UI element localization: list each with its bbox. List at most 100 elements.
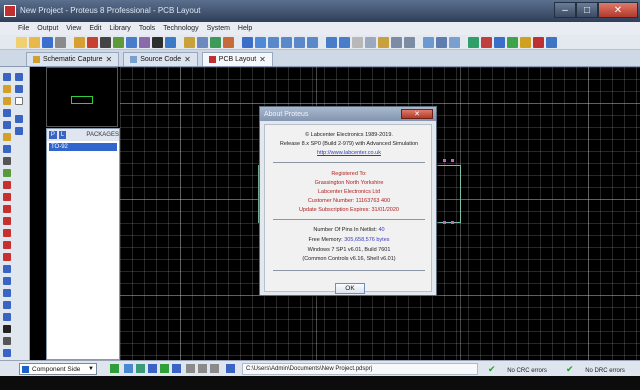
- bom-icon[interactable]: [126, 36, 137, 48]
- menu-tools[interactable]: Tools: [139, 25, 155, 32]
- library-icon[interactable]: [184, 36, 195, 48]
- text-tool-icon[interactable]: [3, 325, 11, 333]
- via-tool-icon[interactable]: [3, 121, 11, 129]
- drc-status[interactable]: ✔ No DRC errors: [566, 363, 625, 375]
- website-link[interactable]: http://www.labcenter.co.uk: [265, 150, 433, 156]
- autorouter-icon[interactable]: [468, 36, 479, 48]
- path-tool-icon[interactable]: [3, 313, 11, 321]
- dil-pad-icon[interactable]: [3, 205, 11, 213]
- new-file-icon[interactable]: [16, 36, 27, 48]
- delete-icon[interactable]: [210, 364, 219, 373]
- edge-pad-icon[interactable]: [3, 217, 11, 225]
- circle-tool-icon[interactable]: [3, 289, 11, 297]
- tab-close-icon[interactable]: ✕: [184, 55, 191, 64]
- maximize-button[interactable]: □: [576, 2, 598, 18]
- rotate-cw-icon[interactable]: [15, 73, 23, 81]
- pan-icon[interactable]: [255, 36, 266, 48]
- tab-schematic-capture[interactable]: Schematic Capture ✕: [26, 52, 120, 66]
- block-move-icon[interactable]: [404, 36, 415, 48]
- menu-file[interactable]: File: [18, 25, 29, 32]
- power-planes-icon[interactable]: [520, 36, 531, 48]
- menu-edit[interactable]: Edit: [89, 25, 101, 32]
- square-pad-icon[interactable]: [3, 193, 11, 201]
- origin-icon[interactable]: [223, 36, 234, 48]
- zoom-area-icon[interactable]: [307, 36, 318, 48]
- open-file-icon[interactable]: [29, 36, 40, 48]
- menu-output[interactable]: Output: [37, 25, 58, 32]
- angle-field-icon[interactable]: [15, 97, 23, 105]
- undo-icon[interactable]: [326, 36, 337, 48]
- paste-icon[interactable]: [378, 36, 389, 48]
- drc-run-icon[interactable]: [160, 364, 169, 373]
- menu-technology[interactable]: Technology: [163, 25, 198, 32]
- copy-icon[interactable]: [365, 36, 376, 48]
- save-icon[interactable]: [42, 36, 53, 48]
- pad-marker[interactable]: [443, 221, 446, 224]
- netlist-icon[interactable]: [507, 36, 518, 48]
- output-icon[interactable]: [546, 36, 557, 48]
- overview-window[interactable]: [46, 67, 118, 127]
- 3d-view-icon[interactable]: [494, 36, 505, 48]
- menu-system[interactable]: System: [207, 25, 230, 32]
- tab-pcb-layout[interactable]: PCB Layout ✕: [201, 52, 273, 66]
- padstack-icon[interactable]: [3, 253, 11, 261]
- refresh-icon[interactable]: [242, 36, 253, 48]
- round-pad-icon[interactable]: [3, 181, 11, 189]
- design-rules-icon[interactable]: [481, 36, 492, 48]
- drc-icon[interactable]: [533, 36, 544, 48]
- smt-pad-icon[interactable]: [3, 229, 11, 237]
- mirror-x-icon[interactable]: [15, 115, 23, 123]
- menu-library[interactable]: Library: [109, 25, 130, 32]
- graph-icon[interactable]: [449, 36, 460, 48]
- library-manager-button[interactable]: L: [58, 131, 67, 139]
- minimize-button[interactable]: –: [554, 2, 576, 18]
- layer-toggle-icon[interactable]: [124, 364, 133, 373]
- marker-tool-icon[interactable]: [3, 349, 11, 357]
- search-icon[interactable]: [423, 36, 434, 48]
- symbol-tool-icon[interactable]: [3, 337, 11, 345]
- box-tool-icon[interactable]: [3, 277, 11, 285]
- tab-close-icon[interactable]: ✕: [259, 55, 266, 64]
- line-tool-icon[interactable]: [3, 265, 11, 273]
- block-copy-icon[interactable]: [391, 36, 402, 48]
- home-icon[interactable]: [74, 36, 85, 48]
- zoom-all-icon[interactable]: [294, 36, 305, 48]
- pad-marker[interactable]: [451, 159, 454, 162]
- schematic-icon[interactable]: [87, 36, 98, 48]
- pad-marker[interactable]: [451, 221, 454, 224]
- code-icon[interactable]: [152, 36, 163, 48]
- component-tool-icon[interactable]: [3, 85, 11, 93]
- select-tool-icon[interactable]: [3, 73, 11, 81]
- direction-icon[interactable]: [226, 364, 235, 373]
- pad-marker[interactable]: [443, 159, 446, 162]
- connectivity-tool-icon[interactable]: [3, 157, 11, 165]
- arc-tool-icon[interactable]: [3, 301, 11, 309]
- gerber-icon[interactable]: [113, 36, 124, 48]
- dialog-close-button[interactable]: ✕: [401, 109, 433, 119]
- notes-icon[interactable]: [139, 36, 150, 48]
- polygon-pad-icon[interactable]: [3, 241, 11, 249]
- trace-icon[interactable]: [186, 364, 195, 373]
- connectivity-icon[interactable]: [136, 364, 145, 373]
- route-icon[interactable]: [172, 364, 181, 373]
- zone-tool-icon[interactable]: [3, 133, 11, 141]
- tab-close-icon[interactable]: ✕: [106, 55, 113, 64]
- rotate-ccw-icon[interactable]: [15, 85, 23, 93]
- close-button[interactable]: ✕: [598, 2, 638, 18]
- crc-status[interactable]: ✔ No CRC errors: [488, 363, 547, 375]
- filter-icon[interactable]: [198, 364, 207, 373]
- layer-selector[interactable]: Component Side ▼: [19, 363, 97, 375]
- layers-icon[interactable]: [210, 36, 221, 48]
- zoom-in-icon[interactable]: [268, 36, 279, 48]
- package-tool-icon[interactable]: [3, 97, 11, 105]
- mirror-y-icon[interactable]: [15, 127, 23, 135]
- ok-button[interactable]: OK: [335, 283, 365, 294]
- pcb-icon[interactable]: [100, 36, 111, 48]
- list-item[interactable]: TO-92: [49, 143, 117, 151]
- track-mode-icon[interactable]: [148, 364, 157, 373]
- pick-icon[interactable]: [436, 36, 447, 48]
- tab-source-code[interactable]: Source Code ✕: [123, 52, 198, 66]
- redo-icon[interactable]: [339, 36, 350, 48]
- track-tool-icon[interactable]: [3, 109, 11, 117]
- help-icon[interactable]: [165, 36, 176, 48]
